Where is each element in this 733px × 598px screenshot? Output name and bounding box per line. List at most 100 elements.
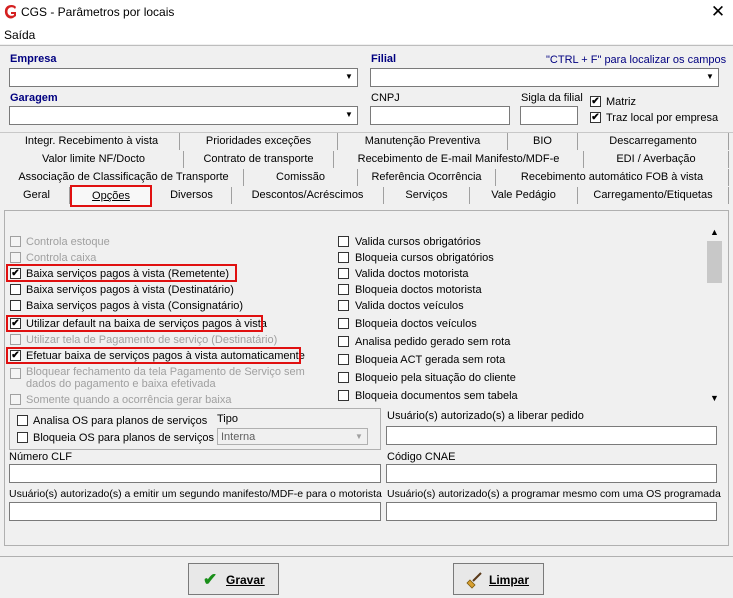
sigla-field[interactable] [520, 106, 578, 125]
option-label: Valida doctos veículos [355, 300, 464, 312]
somente-ocorrencia-checkbox[interactable] [10, 394, 21, 405]
option-label: Bloqueio pela situação do cliente [355, 372, 516, 384]
option-label: Controla caixa [26, 252, 97, 264]
bloqueia-documentos-checkbox[interactable] [338, 390, 349, 401]
bloqueia-os-label: Bloqueia OS para planos de serviços [33, 432, 214, 444]
tab-integr-recebimento[interactable]: Integr. Recebimento à vista [4, 133, 180, 150]
valida-doctos-motorista-checkbox[interactable] [338, 268, 349, 279]
baixa-consignatario-checkbox[interactable] [10, 300, 21, 311]
option-label: Valida cursos obrigatórios [355, 236, 481, 248]
filial-label: Filial [371, 53, 397, 65]
traz-local-label: Traz local por empresa [606, 112, 719, 124]
tab-referencia[interactable]: Referência Ocorrência [358, 169, 496, 186]
usuarios-manifesto-label: Usuário(s) autorizado(s) a emitir um seg… [9, 488, 382, 500]
tab-servicos[interactable]: Serviços [384, 187, 470, 204]
broom-icon [466, 572, 482, 589]
option-label: Bloqueia ACT gerada sem rota [355, 354, 506, 366]
matriz-label: Matriz [606, 96, 636, 108]
bloquear-fechamento-checkbox[interactable] [10, 368, 21, 379]
cnpj-label: CNPJ [371, 92, 400, 104]
codigo-cnae-label: Código CNAE [387, 451, 456, 463]
cnpj-field[interactable] [370, 106, 510, 125]
option-label: Baixa serviços pagos à vista (Consignatá… [26, 300, 244, 312]
sigla-label: Sigla da filial [521, 92, 583, 104]
chevron-down-icon[interactable]: ▼ [342, 108, 356, 123]
option-label: Valida doctos motorista [355, 268, 469, 280]
title-bar: CGS - Parâmetros por locais ✕ [0, 0, 733, 26]
tab-descarregamento[interactable]: Descarregamento [578, 133, 729, 150]
tab-edi[interactable]: EDI / Averbação [584, 151, 729, 168]
usuarios-programar-field[interactable] [386, 502, 717, 521]
codigo-cnae-field[interactable] [386, 464, 717, 483]
scroll-thumb[interactable] [707, 241, 722, 283]
checkmark-icon: ✔ [203, 570, 218, 589]
option-label: Bloqueia doctos veículos [355, 318, 477, 330]
tab-carregamento[interactable]: Carregamento/Etiquetas [578, 187, 729, 204]
analisa-os-checkbox[interactable] [17, 415, 28, 426]
bloqueia-doctos-motorista-checkbox[interactable] [338, 284, 349, 295]
controla-estoque-checkbox[interactable] [10, 236, 21, 247]
ctrl-f-hint: "CTRL + F" para localizar os campos [546, 54, 727, 66]
chevron-down-icon[interactable]: ▼ [352, 430, 366, 443]
close-icon[interactable]: ✕ [706, 1, 730, 23]
tab-vale-pedagio[interactable]: Vale Pedágio [470, 187, 578, 204]
limpar-button[interactable]: Limpar [453, 563, 544, 595]
bloqueia-act-checkbox[interactable] [338, 354, 349, 365]
usuarios-liberar-label: Usuário(s) autorizado(s) a liberar pedid… [387, 410, 584, 422]
bloqueia-cursos-checkbox[interactable] [338, 252, 349, 263]
tab-manutencao[interactable]: Manutenção Preventiva [338, 133, 508, 150]
baixa-destinatario-checkbox[interactable] [10, 284, 21, 295]
tab-recebimento-fob[interactable]: Recebimento automático FOB à vista [496, 169, 729, 186]
option-label: Bloquear fechamento da tela Pagamento de… [26, 366, 305, 378]
numero-clf-field[interactable] [9, 464, 381, 483]
divider [0, 556, 733, 557]
filial-combo[interactable]: ▼ [370, 68, 719, 87]
tab-comissao[interactable]: Comissão [244, 169, 358, 186]
usuarios-liberar-field[interactable] [386, 426, 717, 445]
analisa-pedido-checkbox[interactable] [338, 336, 349, 347]
menu-item-saida[interactable]: Saída [4, 28, 35, 42]
tab-opcoes[interactable]: Opções [70, 185, 152, 207]
garagem-combo[interactable]: ▼ [9, 106, 358, 125]
tab-recebimento-email[interactable]: Recebimento de E-mail Manifesto/MDF-e [334, 151, 584, 168]
chevron-down-icon[interactable]: ▼ [342, 70, 356, 85]
tipo-value: Interna [221, 431, 256, 443]
highlight-box [6, 347, 301, 364]
bloqueio-situacao-checkbox[interactable] [338, 372, 349, 383]
gravar-label: Gravar [226, 573, 265, 587]
utilizar-tela-checkbox[interactable] [10, 334, 21, 345]
valida-doctos-veiculos-checkbox[interactable] [338, 300, 349, 311]
gravar-button[interactable]: ✔ Gravar [188, 563, 279, 595]
tab-geral[interactable]: Geral [4, 187, 70, 204]
tab-associacao[interactable]: Associação de Classificação de Transport… [4, 169, 244, 186]
traz-local-checkbox[interactable]: ✔ [590, 112, 601, 123]
tab-prioridades[interactable]: Prioridades exceções [180, 133, 338, 150]
empresa-label: Empresa [10, 53, 57, 65]
option-label: Baixa serviços pagos à vista (Destinatár… [26, 284, 234, 296]
bloqueia-os-checkbox[interactable] [17, 432, 28, 443]
usuarios-manifesto-field[interactable] [9, 502, 381, 521]
tab-contrato[interactable]: Contrato de transporte [184, 151, 334, 168]
tab-bio[interactable]: BIO [508, 133, 578, 150]
option-label: Controla estoque [26, 236, 110, 248]
analisa-os-label: Analisa OS para planos de serviços [33, 415, 208, 427]
chevron-down-icon[interactable]: ▼ [703, 70, 717, 85]
highlight-box [6, 264, 237, 282]
bloqueia-doctos-veiculos-checkbox[interactable] [338, 318, 349, 329]
tab-diversos[interactable]: Diversos [152, 187, 232, 204]
scroll-down-icon[interactable]: ▼ [706, 391, 723, 405]
controla-caixa-checkbox[interactable] [10, 252, 21, 263]
tab-valor-limite[interactable]: Valor limite NF/Docto [4, 151, 184, 168]
menu-bar: Saída [0, 26, 733, 44]
numero-clf-label: Número CLF [9, 451, 72, 463]
option-label: Bloqueia cursos obrigatórios [355, 252, 494, 264]
scroll-up-icon[interactable]: ▲ [706, 225, 723, 239]
tab-descontos[interactable]: Descontos/Acréscimos [232, 187, 384, 204]
option-label: Analisa pedido gerado sem rota [355, 336, 511, 348]
app-logo-icon [4, 5, 17, 19]
empresa-combo[interactable]: ▼ [9, 68, 358, 87]
options-scrollbar[interactable]: ▲ ▼ [706, 225, 723, 405]
matriz-checkbox[interactable]: ✔ [590, 96, 601, 107]
tipo-select[interactable]: Interna ▼ [217, 428, 368, 445]
valida-cursos-checkbox[interactable] [338, 236, 349, 247]
